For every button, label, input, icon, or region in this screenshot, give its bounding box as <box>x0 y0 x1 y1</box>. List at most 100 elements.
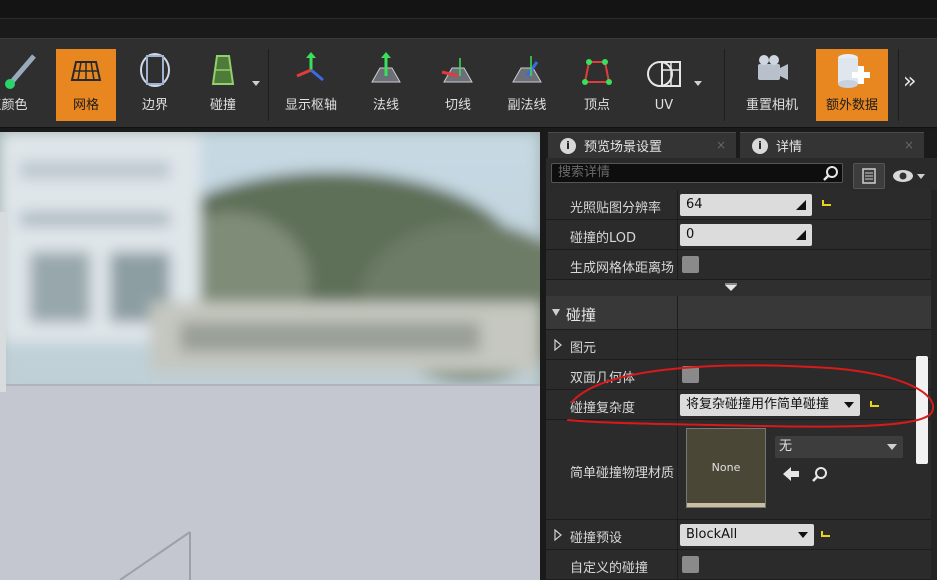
info-icon: i <box>560 137 576 154</box>
uv-label: UV <box>654 98 674 113</box>
reset-to-default-icon[interactable] <box>869 399 881 411</box>
property-label: 碰撞预设 <box>570 531 623 546</box>
vertices-label: 顶点 <box>583 98 610 113</box>
reset-camera-icon <box>758 55 788 80</box>
property-row: 简单碰撞物理材质 None 无 <box>546 420 931 520</box>
close-icon[interactable]: × <box>904 138 914 152</box>
tab-details[interactable]: i 详情 × <box>740 132 924 158</box>
chevron-down-icon <box>725 283 737 291</box>
property-row: 双面几何体 <box>546 360 931 390</box>
section-title: 碰撞 <box>566 306 597 324</box>
collision-icon <box>211 55 235 85</box>
search-input[interactable]: 搜索详情 <box>551 163 843 183</box>
tangents-button[interactable]: 切线 <box>428 49 488 121</box>
column-divider <box>677 420 678 519</box>
property-label: 图元 <box>570 341 597 356</box>
collision-preset-dropdown[interactable]: BlockAll <box>680 524 814 546</box>
pivot-icon <box>296 52 324 82</box>
property-label: 光照贴图分辨率 <box>570 201 662 216</box>
advanced-expander[interactable] <box>546 280 931 296</box>
physical-material-picker[interactable]: 无 <box>775 436 903 458</box>
column-divider <box>677 520 678 549</box>
visibility-eye-icon[interactable] <box>891 166 927 186</box>
column-divider <box>677 296 678 330</box>
additional-data-icon <box>838 54 870 88</box>
property-label: 碰撞的LOD <box>570 231 637 246</box>
vertices-icon <box>582 59 612 85</box>
normals-icon <box>371 52 401 83</box>
vertices-button[interactable]: 顶点 <box>568 49 626 121</box>
reset-to-default-icon[interactable] <box>821 198 833 210</box>
column-divider <box>677 360 678 389</box>
column-divider <box>677 330 678 359</box>
additional-data-button[interactable]: 额外数据 <box>816 49 888 121</box>
mesh-viewport[interactable] <box>0 132 540 580</box>
collision-section-header[interactable]: 碰撞 <box>546 296 931 330</box>
drag-handle-icon <box>796 230 806 240</box>
chevron-down-icon <box>798 532 808 538</box>
property-row: 碰撞复杂度 将复杂碰撞用作简单碰撞 <box>546 390 931 420</box>
field-value: 0 <box>686 227 695 242</box>
field-value: 64 <box>686 197 703 212</box>
column-divider <box>677 390 678 419</box>
collision-dropdown-icon[interactable] <box>252 81 260 86</box>
bounds-button[interactable]: 边界 <box>126 49 184 121</box>
property-row: 自定义的碰撞 <box>546 550 931 580</box>
column-divider <box>677 550 678 579</box>
grid-icon <box>70 61 102 81</box>
bounds-icon <box>140 53 170 87</box>
material-thumbnail[interactable]: None <box>686 428 766 508</box>
expand-arrow-icon[interactable] <box>554 529 562 541</box>
binormals-button[interactable]: 副法线 <box>496 49 558 121</box>
binormals-label: 副法线 <box>507 98 547 113</box>
property-row: 生成网格体距离场 <box>546 250 931 280</box>
tab-preview-scene-settings[interactable]: i 预览场景设置 × <box>548 132 736 158</box>
normals-button[interactable]: 法线 <box>356 49 416 121</box>
double-sided-checkbox[interactable] <box>682 366 699 383</box>
reset-to-default-icon[interactable] <box>820 529 832 541</box>
info-icon: i <box>752 137 768 154</box>
panel-tabs: i 预览场景设置 × i 详情 × <box>546 132 937 158</box>
details-panel: i 预览场景设置 × i 详情 × 搜索详情 光照贴图分辨率 64 碰撞的LOD… <box>546 132 937 580</box>
search-icon[interactable] <box>823 165 839 181</box>
property-label: 自定义的碰撞 <box>570 561 649 576</box>
chevron-down-icon <box>844 402 854 408</box>
top-bar <box>0 0 937 19</box>
collision-lod-field[interactable]: 0 <box>680 224 812 246</box>
property-label: 简单碰撞物理材质 <box>570 466 675 481</box>
property-label: 生成网格体距离场 <box>570 261 675 276</box>
more-tools-button[interactable]: » <box>903 69 916 94</box>
tab-label: 详情 <box>776 140 803 155</box>
lightmap-resolution-field[interactable]: 64 <box>680 194 812 216</box>
browse-asset-icon[interactable] <box>812 466 828 482</box>
vertex-color-label: 点颜色 <box>0 98 28 113</box>
collision-button[interactable]: 碰撞 <box>194 49 252 121</box>
tangents-icon <box>441 58 473 83</box>
grid-button[interactable]: 网格 <box>56 49 116 121</box>
viewport-scene-image <box>0 132 540 580</box>
property-row: 图元 <box>546 330 931 360</box>
distance-field-checkbox[interactable] <box>682 256 699 273</box>
expand-arrow-icon[interactable] <box>554 339 562 351</box>
property-matrix-button[interactable] <box>853 163 885 189</box>
bounds-label: 边界 <box>141 98 168 113</box>
tab-label: 预览场景设置 <box>584 140 663 155</box>
viewport-toolbar: 点颜色 网格 边界 碰撞 <box>0 38 937 128</box>
pivot-button[interactable]: 显示枢轴 <box>276 49 346 121</box>
custom-collision-checkbox[interactable] <box>682 556 699 573</box>
use-selected-asset-icon[interactable] <box>782 466 800 482</box>
drag-handle-icon <box>796 200 806 210</box>
property-row: 碰撞预设 BlockAll <box>546 520 931 550</box>
uv-dropdown-icon[interactable] <box>694 81 702 86</box>
collision-complexity-dropdown[interactable]: 将复杂碰撞用作简单碰撞 <box>680 394 860 416</box>
picker-value: 无 <box>779 439 793 454</box>
tangents-label: 切线 <box>444 98 471 113</box>
toolbar-separator <box>724 49 725 121</box>
property-label: 双面几何体 <box>570 371 636 386</box>
thumbnail-label: None <box>711 461 741 474</box>
uv-button[interactable]: UV <box>636 49 692 121</box>
close-icon[interactable]: × <box>716 138 726 152</box>
vertex-color-button[interactable]: 点颜色 <box>0 49 44 121</box>
reset-camera-button[interactable]: 重置相机 <box>736 49 808 121</box>
details-scrollbar[interactable] <box>916 356 928 464</box>
